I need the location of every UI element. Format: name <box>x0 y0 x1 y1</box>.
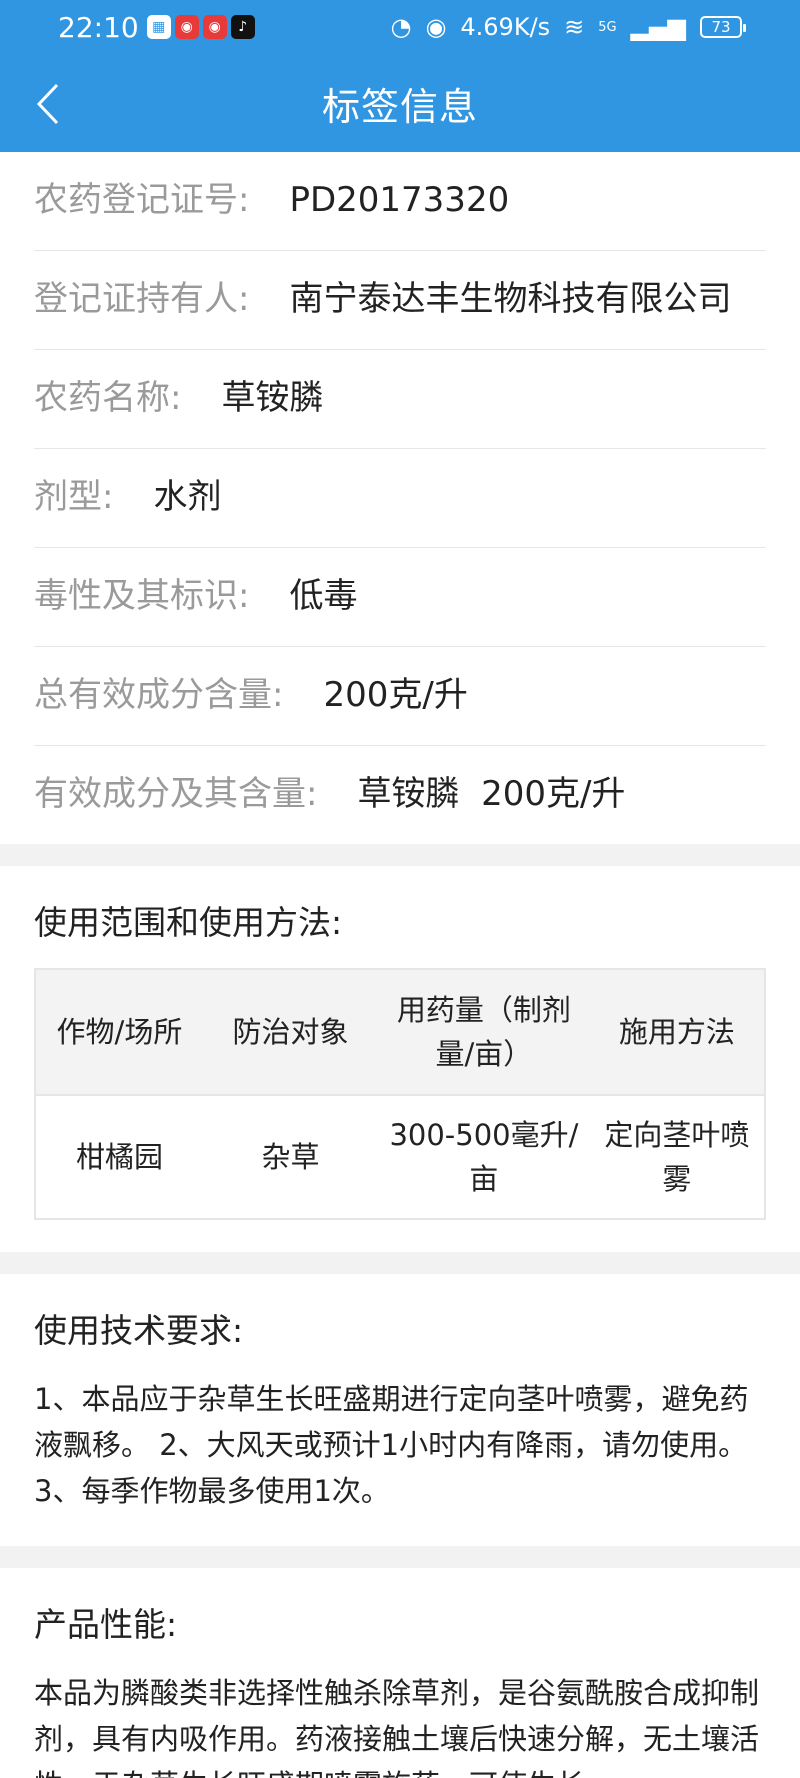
table-cell: 柑橘园 <box>35 1094 203 1219</box>
info-row-active-ingredient: 有效成分及其含量: 草铵膦 200克/升 <box>34 746 766 844</box>
status-bar: 22:10 ▦ ◉ ◉ ♪ ◔ ◉ 4.69K/s ≋ 5G ▂▄▆ 73 <box>0 0 800 54</box>
info-row-name: 农药名称: 草铵膦 <box>34 350 766 449</box>
battery-level: 73 <box>711 18 731 36</box>
tech-section: 使用技术要求: 1、本品应于杂草生长旺盛期进行定向茎叶喷雾，避免药液飘移。 2、… <box>0 1274 800 1546</box>
info-value: 水剂 <box>153 477 222 517</box>
info-row-registration-no: 农药登记证号: PD20173320 <box>34 152 766 251</box>
info-label: 登记证持有人: <box>34 279 250 319</box>
info-list: 农药登记证号: PD20173320 登记证持有人: 南宁泰达丰生物科技有限公司 农… <box>0 152 800 844</box>
info-label: 毒性及其标识: <box>34 576 250 616</box>
table-row: 柑橘园 杂草 300-500毫升/亩 定向茎叶喷雾 <box>35 1094 765 1219</box>
shopping-app-icon: ◉ <box>174 15 199 39</box>
back-button[interactable] <box>28 82 68 126</box>
table-cell: 定向茎叶喷雾 <box>589 1094 765 1219</box>
signal-icon: ▂▄▆ <box>630 13 686 41</box>
speed-gauge-icon: ◔ <box>390 13 412 41</box>
info-value: 南宁泰达丰生物科技有限公司 <box>289 279 732 319</box>
table-header-cell: 施用方法 <box>589 969 765 1095</box>
info-value: PD20173320 <box>289 180 510 220</box>
navbar: 标签信息 <box>0 54 800 152</box>
performance-title: 产品性能: <box>34 1605 178 1644</box>
section-divider <box>0 1546 800 1568</box>
info-row-formulation: 剂型: 水剂 <box>34 449 766 548</box>
info-label: 剂型: <box>34 477 114 517</box>
info-row-total-content: 总有效成分含量: 200克/升 <box>34 647 766 746</box>
performance-text: 本品为膦酸类非选择性触杀除草剂，是谷氨酰胺合成抑制剂，具有内吸作用。药液接触土壤… <box>34 1676 760 1778</box>
table-header-cell: 防治对象 <box>202 969 379 1095</box>
usage-section: 使用范围和使用方法: 作物/场所 防治对象 用药量（制剂量/亩） 施用方法 柑橘… <box>0 866 800 1252</box>
info-value: 低毒 <box>289 576 358 616</box>
info-value: 草铵膦 200克/升 <box>357 774 626 814</box>
table-cell: 杂草 <box>202 1094 379 1219</box>
info-label: 农药登记证号: <box>34 180 250 220</box>
info-value: 200克/升 <box>323 675 468 715</box>
net-speed: 4.69K/s <box>460 13 551 41</box>
info-label: 农药名称: <box>34 378 182 418</box>
info-label: 有效成分及其含量: <box>34 774 318 814</box>
shopping-app-icon-2: ◉ <box>202 15 227 39</box>
usage-table: 作物/场所 防治对象 用药量（制剂量/亩） 施用方法 柑橘园 杂草 300-50… <box>34 968 766 1220</box>
tiktok-icon: ♪ <box>230 15 255 39</box>
table-header-cell: 用药量（制剂量/亩） <box>378 969 590 1095</box>
section-divider <box>0 1252 800 1274</box>
usage-title: 使用范围和使用方法: <box>34 903 343 942</box>
table-cell: 300-500毫升/亩 <box>378 1094 590 1219</box>
page: 22:10 ▦ ◉ ◉ ♪ ◔ ◉ 4.69K/s ≋ 5G ▂▄▆ 73 标签… <box>0 0 800 1778</box>
info-row-toxicity: 毒性及其标识: 低毒 <box>34 548 766 647</box>
status-time: 22:10 <box>58 10 139 44</box>
info-row-holder: 登记证持有人: 南宁泰达丰生物科技有限公司 <box>34 251 766 350</box>
chevron-left-icon <box>36 83 59 125</box>
network-type: 5G <box>598 19 617 35</box>
table-header-row: 作物/场所 防治对象 用药量（制剂量/亩） 施用方法 <box>35 969 765 1095</box>
eye-icon: ◉ <box>425 13 447 41</box>
calendar-app-icon: ▦ <box>146 15 171 39</box>
tech-text: 1、本品应于杂草生长旺盛期进行定向茎叶喷雾，避免药液飘移。 2、大风天或预计1小… <box>34 1382 749 1508</box>
info-label: 总有效成分含量: <box>34 675 284 715</box>
performance-section: 产品性能: 本品为膦酸类非选择性触杀除草剂，是谷氨酰胺合成抑制剂，具有内吸作用。… <box>0 1568 800 1778</box>
status-app-icons: ▦ ◉ ◉ ♪ <box>146 15 255 39</box>
page-title: 标签信息 <box>321 84 478 129</box>
info-value: 草铵膦 <box>221 378 324 418</box>
section-divider <box>0 844 800 866</box>
battery-icon: 73 <box>700 16 746 38</box>
table-header-cell: 作物/场所 <box>35 969 203 1095</box>
wifi-icon: ≋ <box>564 13 585 41</box>
status-right: ◔ ◉ 4.69K/s ≋ 5G ▂▄▆ 73 <box>390 13 746 41</box>
tech-title: 使用技术要求: <box>34 1311 244 1350</box>
